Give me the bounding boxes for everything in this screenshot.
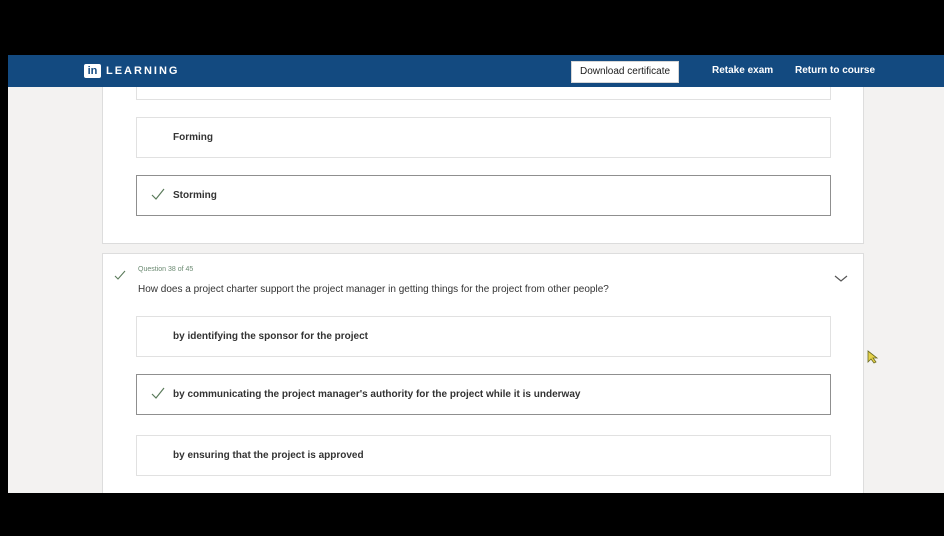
question-text: How does a project charter support the p… — [138, 284, 609, 295]
letterbox-top — [0, 0, 944, 55]
chevron-down-icon[interactable] — [834, 275, 848, 283]
check-icon — [114, 270, 126, 280]
previous-answer-edge — [136, 87, 831, 100]
answer-option-correct[interactable]: Storming — [136, 175, 831, 216]
answer-label: by identifying the sponsor for the proje… — [173, 331, 369, 342]
check-icon — [151, 387, 165, 399]
question-number: Question 38 of 45 — [138, 266, 194, 273]
answer-option[interactable]: by identifying the sponsor for the proje… — [136, 316, 831, 357]
answer-option[interactable]: by ensuring that the project is approved — [136, 435, 831, 476]
check-icon — [151, 188, 165, 200]
letterbox-bottom — [0, 493, 944, 536]
content-area: Forming Storming Question 38 of 45 How d… — [8, 55, 944, 493]
cursor-icon — [867, 350, 879, 364]
answer-label: by communicating the project manager's a… — [173, 389, 581, 400]
answer-label: Forming — [173, 132, 213, 143]
answer-option-correct[interactable]: by communicating the project manager's a… — [136, 374, 831, 415]
answer-label: Storming — [173, 190, 217, 201]
answer-label: by ensuring that the project is approved — [173, 450, 364, 461]
answer-option[interactable]: Forming — [136, 117, 831, 158]
